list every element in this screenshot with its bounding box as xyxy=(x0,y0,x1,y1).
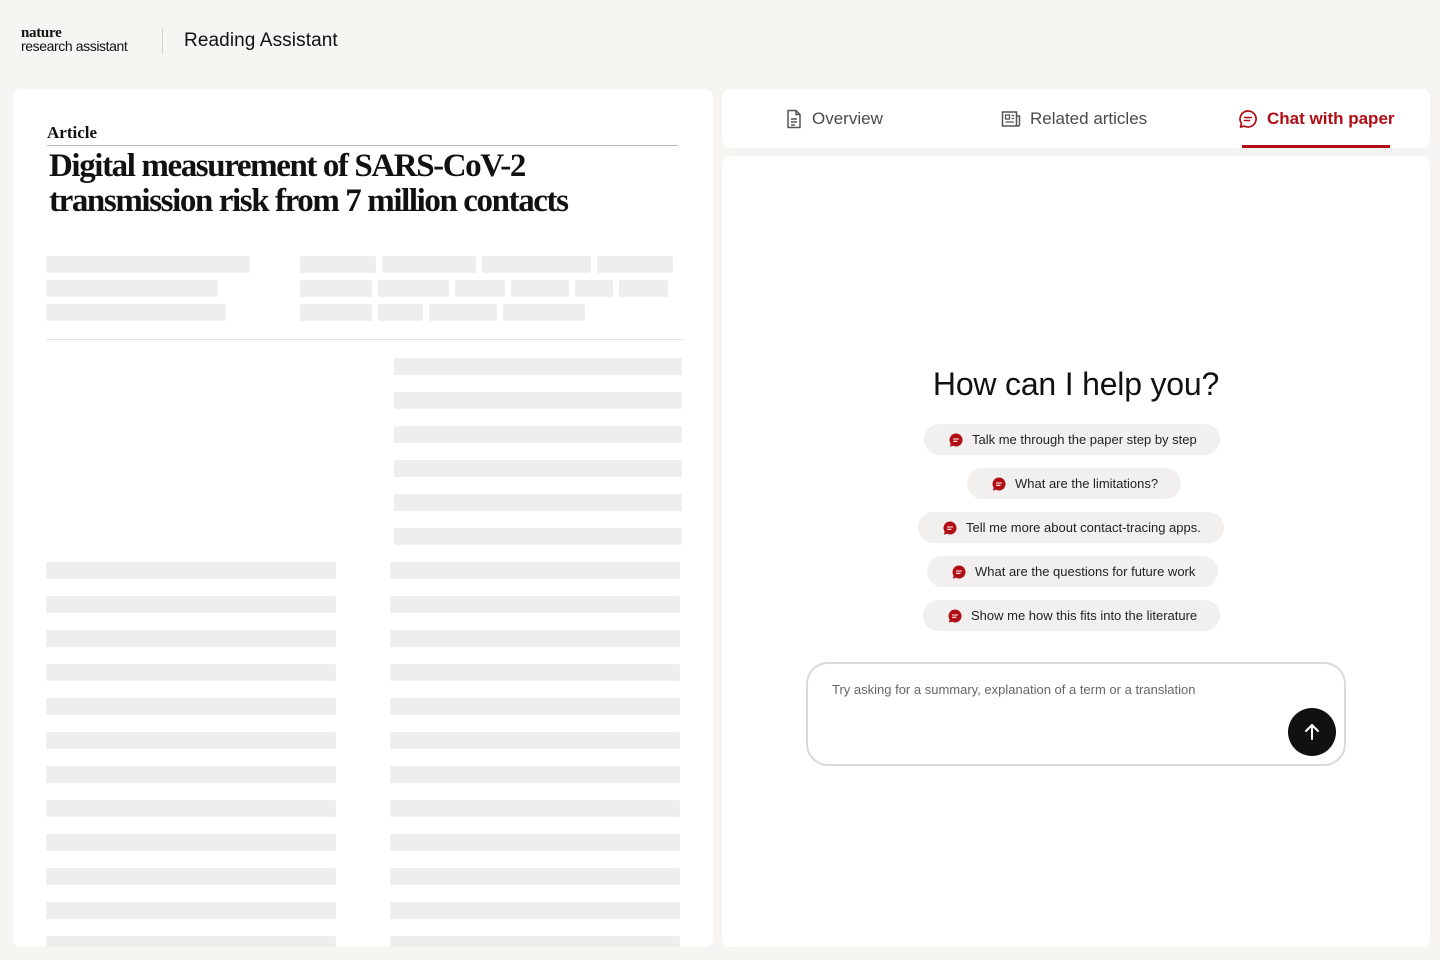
skeleton-line xyxy=(390,834,680,851)
document-icon xyxy=(787,109,801,128)
send-button[interactable] xyxy=(1288,708,1336,756)
suggestion-chip[interactable]: What are the questions for future work xyxy=(927,556,1219,587)
skeleton-line xyxy=(619,280,668,297)
skeleton-line xyxy=(390,868,680,885)
newspaper-icon xyxy=(1001,110,1021,127)
skeleton-line xyxy=(390,698,680,715)
skeleton-line xyxy=(46,800,336,817)
skeleton-line xyxy=(46,732,336,749)
tab-overview-label: Overview xyxy=(812,108,883,128)
article-type-label: Article xyxy=(47,123,98,142)
skeleton-line xyxy=(394,528,682,545)
skeleton-line xyxy=(455,280,505,297)
skeleton-line xyxy=(429,304,497,321)
assistant-tabs: Overview Related articles Chat with pape… xyxy=(722,89,1430,148)
skeleton-line xyxy=(46,280,218,297)
tab-chat-label: Chat with paper xyxy=(1267,108,1395,128)
skeleton-line xyxy=(382,256,476,273)
paper-title: Digital measurement of SARS-CoV-2 transm… xyxy=(49,148,569,219)
chat-panel: How can I help you? Talk me through the … xyxy=(722,156,1430,947)
skeleton-line xyxy=(575,280,613,297)
skeleton-line xyxy=(46,630,336,647)
skeleton-line xyxy=(46,304,226,321)
suggestion-text: Tell me more about contact-tracing apps. xyxy=(966,520,1201,535)
skeleton-line xyxy=(390,902,680,919)
skeleton-line xyxy=(378,280,449,297)
skeleton-line xyxy=(46,562,336,579)
chat-input-box xyxy=(806,662,1346,766)
arrow-up-icon xyxy=(1305,724,1319,740)
skeleton-line xyxy=(390,630,680,647)
skeleton-line xyxy=(394,426,682,443)
chat-bubble-icon xyxy=(943,520,957,535)
skeleton-line xyxy=(46,256,250,273)
skeleton-line xyxy=(394,392,682,409)
suggestion-chip[interactable]: Talk me through the paper step by step xyxy=(924,424,1220,455)
skeleton-line xyxy=(394,358,682,375)
suggestion-chip[interactable]: Show me how this fits into the literatur… xyxy=(923,600,1221,631)
skeleton-line xyxy=(46,902,336,919)
nature-logo[interactable]: nature research assistant xyxy=(21,26,128,54)
suggestion-text: Show me how this fits into the literatur… xyxy=(971,608,1198,623)
skeleton-line xyxy=(46,834,336,851)
skeleton-line xyxy=(597,256,673,273)
skeleton-line xyxy=(300,280,372,297)
suggestion-text: What are the limitations? xyxy=(1015,476,1159,491)
skeleton-line xyxy=(300,256,376,273)
skeleton-line xyxy=(394,460,682,477)
skeleton-line xyxy=(394,494,682,511)
skeleton-line xyxy=(46,936,336,947)
skeleton-line xyxy=(46,698,336,715)
logo-line2: research assistant xyxy=(21,38,128,54)
paper-panel: Article Digital measurement of SARS-CoV-… xyxy=(13,89,713,947)
chat-bubble-icon xyxy=(949,432,963,447)
tab-overview[interactable]: Overview xyxy=(785,89,883,148)
tab-related-articles[interactable]: Related articles xyxy=(1001,89,1147,148)
chat-input[interactable] xyxy=(832,682,1282,742)
chat-heading: How can I help you? xyxy=(932,366,1220,402)
skeleton-line xyxy=(390,936,680,947)
suggestion-text: Talk me through the paper step by step xyxy=(972,432,1197,447)
skeleton-line xyxy=(46,664,336,681)
skeleton-line xyxy=(390,596,680,613)
suggestion-text: What are the questions for future work xyxy=(975,564,1196,579)
app-header: nature research assistant Reading Assist… xyxy=(0,0,1440,80)
skeleton-line xyxy=(390,562,680,579)
skeleton-line xyxy=(503,304,585,321)
chat-bubble-icon xyxy=(992,476,1006,491)
paper-divider xyxy=(46,339,683,340)
skeleton-line xyxy=(46,868,336,885)
skeleton-line xyxy=(390,664,680,681)
skeleton-line xyxy=(390,732,680,749)
skeleton-line xyxy=(390,766,680,783)
active-tab-indicator xyxy=(1242,145,1390,148)
chat-bubble-icon xyxy=(948,608,962,623)
chat-bubble-icon xyxy=(952,564,966,579)
skeleton-line xyxy=(511,280,569,297)
skeleton-line xyxy=(482,256,591,273)
tab-related-label: Related articles xyxy=(1030,108,1148,128)
skeleton-line xyxy=(390,800,680,817)
skeleton-line xyxy=(300,304,372,321)
tab-chat-with-paper[interactable]: Chat with paper xyxy=(1238,89,1395,148)
skeleton-line xyxy=(46,596,336,613)
suggestion-chip[interactable]: What are the limitations? xyxy=(967,468,1182,499)
app-title: Reading Assistant xyxy=(184,30,338,51)
header-divider xyxy=(162,28,163,54)
article-rule xyxy=(47,145,678,146)
skeleton-line xyxy=(378,304,423,321)
skeleton-line xyxy=(46,766,336,783)
suggestion-chip[interactable]: Tell me more about contact-tracing apps. xyxy=(918,512,1224,543)
chat-icon xyxy=(1239,109,1257,128)
